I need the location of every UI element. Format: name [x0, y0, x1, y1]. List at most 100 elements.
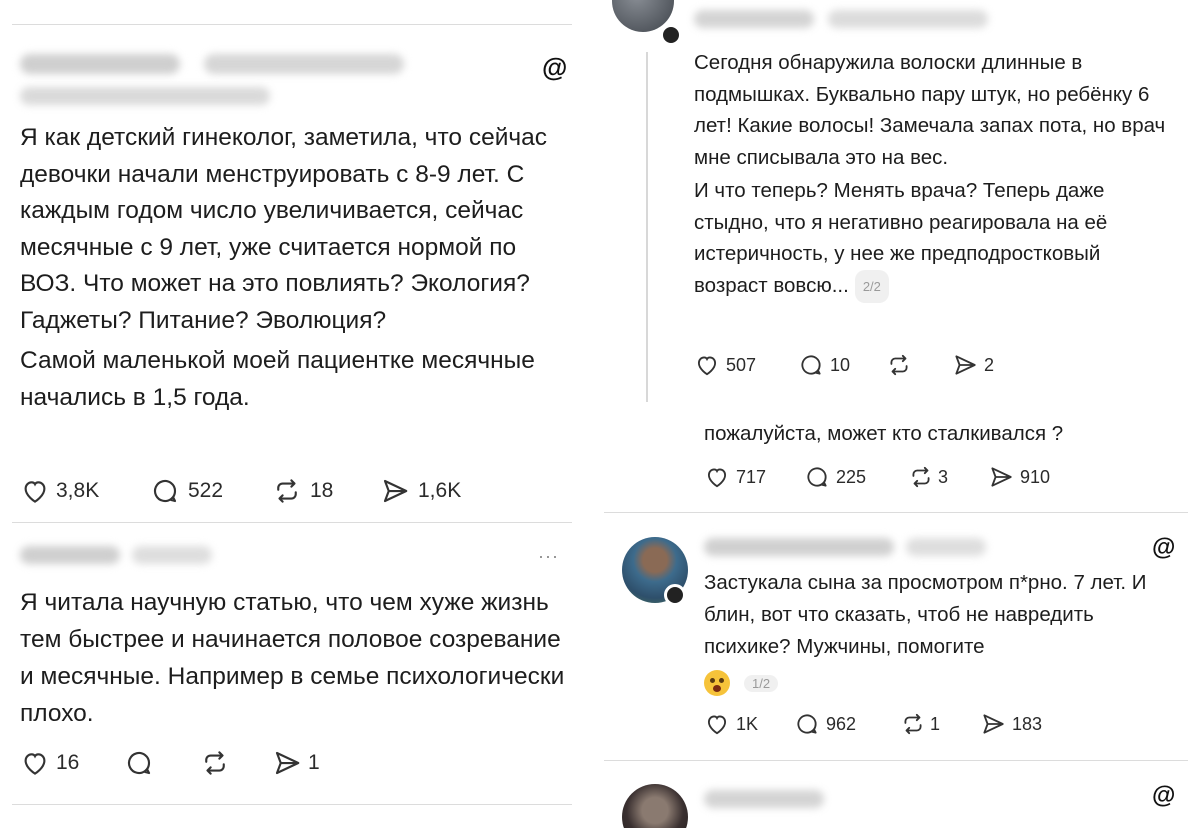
post5-like-button[interactable]: 1K — [704, 711, 794, 737]
post1-likes-count: 3,8K — [56, 479, 100, 502]
comment-icon — [127, 752, 151, 775]
heart-icon — [707, 715, 727, 735]
post3-author[interactable] — [694, 10, 989, 33]
post3-paragraph-2: И что теперь? Менять врача? Теперь даже … — [694, 175, 1174, 303]
post4-body: пожалуйста, может кто сталкивался ? — [704, 422, 1064, 445]
post2-body: Я читала научную статью, что чем хуже жи… — [20, 589, 565, 727]
post4-actions: 717 225 3 910 — [704, 464, 1050, 490]
post1-paragraph-2: Самой маленькой моей пациентке месячные … — [20, 347, 535, 411]
post4-repost-button[interactable]: 3 — [908, 464, 988, 490]
comment-icon — [797, 714, 817, 734]
post6-username-blurred — [704, 790, 824, 808]
comment-icon — [801, 355, 821, 375]
post2-more-options[interactable]: ··· — [538, 546, 559, 567]
post3-handle-blurred — [828, 10, 989, 28]
heart-icon — [697, 356, 717, 376]
post1-author[interactable] — [20, 54, 405, 110]
post1-thread-blurred — [204, 54, 405, 74]
post5-likes-count: 1K — [736, 713, 759, 734]
threads-logo-icon: @ — [1152, 534, 1176, 561]
post3-repost-button[interactable] — [886, 352, 952, 378]
post5-shares-count: 183 — [1012, 713, 1043, 734]
repost-icon — [277, 479, 297, 503]
post5-time-blurred — [906, 538, 987, 556]
post2-repost-button[interactable] — [200, 748, 272, 778]
right-divider-2 — [604, 760, 1188, 761]
heart-icon — [707, 468, 727, 488]
post4-likes-count: 717 — [736, 466, 767, 487]
post5-actions: 1K 962 1 183 — [704, 711, 1042, 737]
post5-share-button[interactable]: 183 — [980, 711, 1042, 737]
post4-shares-count: 910 — [1020, 466, 1051, 487]
post1-paragraph-1: Я как детский гинеколог, заметила, что с… — [20, 124, 548, 334]
shocked-face-emoji-icon — [704, 670, 730, 696]
post5-replies-count: 962 — [826, 713, 857, 734]
post3-paragraph-1: Сегодня обнаружила волоски длинные в под… — [694, 51, 1166, 169]
post3-reply-button[interactable]: 10 — [798, 352, 886, 378]
post3-actions: 507 10 2 — [694, 352, 994, 378]
comment-icon — [807, 467, 827, 487]
send-icon — [275, 751, 300, 775]
right-divider-1 — [604, 512, 1188, 513]
post5-author[interactable] — [704, 538, 987, 561]
post2-shares-count: 1 — [308, 751, 320, 774]
post2-author[interactable] — [20, 546, 213, 569]
post4-replies-count: 225 — [836, 466, 867, 487]
comment-icon — [153, 480, 177, 503]
post5-text: Застукала сына за просмотром п*рно. 7 ле… — [704, 571, 1147, 658]
post1-reply-button[interactable]: 522 — [150, 476, 272, 506]
heart-icon — [24, 481, 46, 503]
heart-icon — [24, 753, 46, 775]
post5-emoji-row: 1/2 — [704, 670, 779, 696]
post1-actions: 3,8K 522 18 1,6K — [20, 476, 461, 506]
repost-icon — [912, 466, 930, 488]
post3-page-indicator: 2/2 — [854, 269, 889, 303]
post3-likes-count: 507 — [726, 354, 757, 375]
post4-like-button[interactable]: 717 — [704, 464, 804, 490]
post1-share-button[interactable]: 1,6K — [380, 476, 461, 506]
post3-paragraph-2-text: И что теперь? Менять врача? Теперь даже … — [694, 179, 1108, 297]
post3-shares-count: 2 — [984, 354, 995, 375]
repost-icon — [890, 354, 908, 376]
post5-body: Застукала сына за просмотром п*рно. 7 ле… — [704, 567, 1174, 663]
post5-page-indicator: 1/2 — [744, 674, 779, 692]
post1-like-button[interactable]: 3,8K — [20, 476, 150, 506]
post1-reposts-count: 18 — [310, 479, 334, 502]
post2-share-button[interactable]: 1 — [272, 748, 320, 778]
post2-reply-button[interactable] — [124, 748, 200, 778]
post4-share-button[interactable]: 910 — [988, 464, 1050, 490]
post5-repost-button[interactable]: 1 — [900, 711, 980, 737]
post1-replies-count: 522 — [188, 479, 224, 502]
send-icon — [383, 479, 408, 503]
threads-logo-icon: @ — [1152, 782, 1176, 809]
post3-username-blurred — [694, 10, 814, 28]
post4-reply-button[interactable]: 225 — [804, 464, 908, 490]
repost-icon — [205, 751, 225, 775]
post3-body: Сегодня обнаружила волоски длинные в под… — [694, 47, 1174, 303]
post1-body: Я как детский гинеколог, заметила, что с… — [20, 120, 560, 416]
post3-like-button[interactable]: 507 — [694, 352, 798, 378]
bottom-divider — [12, 804, 572, 805]
threads-logo-icon: @ — [542, 52, 568, 82]
post3-share-button[interactable]: 2 — [952, 352, 994, 378]
post2-actions: 16 1 — [20, 748, 320, 778]
post1-repost-button[interactable]: 18 — [272, 476, 380, 506]
post1-username-blurred — [20, 54, 180, 74]
post2-like-button[interactable]: 16 — [20, 748, 124, 778]
top-divider — [12, 24, 572, 25]
post5-reply-button[interactable]: 962 — [794, 711, 900, 737]
send-icon — [983, 714, 1004, 734]
post4-reposts-count: 3 — [938, 466, 949, 487]
post-divider — [12, 522, 572, 523]
post5-reposts-count: 1 — [930, 713, 941, 734]
send-icon — [991, 467, 1012, 487]
post5-avatar-badge — [664, 584, 686, 606]
repost-icon — [904, 713, 922, 735]
send-icon — [955, 355, 976, 375]
post1-meta-blurred — [20, 87, 270, 105]
post1-shares-count: 1,6K — [418, 479, 462, 502]
post3-replies-count: 10 — [830, 354, 851, 375]
thread-line — [646, 52, 648, 402]
post2-time-blurred — [132, 546, 213, 564]
post6-author[interactable] — [704, 790, 824, 813]
